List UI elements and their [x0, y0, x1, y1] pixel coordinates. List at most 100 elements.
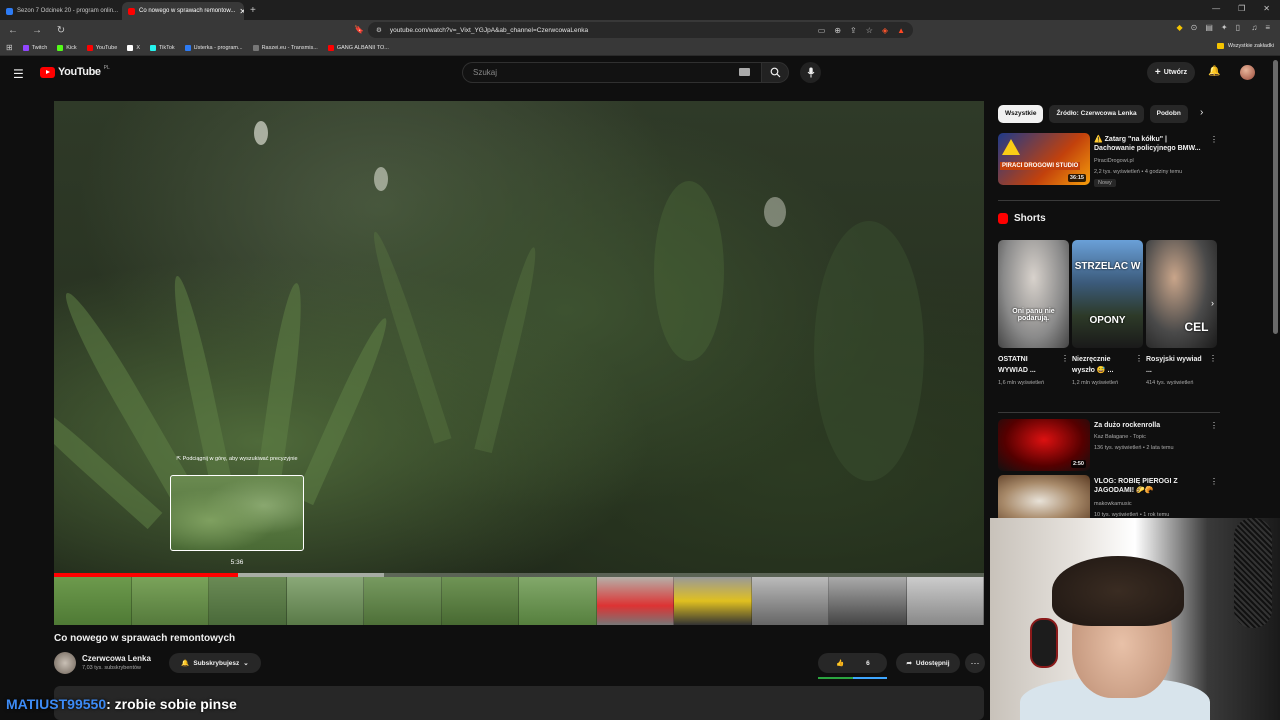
new-tab-icon[interactable]: + — [250, 5, 256, 16]
bookmark-tiktok[interactable]: TikTok — [149, 44, 175, 51]
bookmark-gang-albanii[interactable]: GANG ALBANII TO... — [327, 44, 389, 51]
favorite-star-icon[interactable]: ☆ — [866, 26, 873, 35]
youtube-icon — [327, 44, 334, 51]
window-controls: — ❐ ✕ — [1202, 0, 1280, 17]
address-bar[interactable]: ⚙ youtube.com/watch?v=_Vixt_YGJpA&ab_cha… — [368, 22, 913, 38]
user-avatar[interactable] — [1240, 65, 1255, 80]
short-thumbnail: STRZELAC W OPONY — [1072, 240, 1143, 348]
youtube-favicon — [128, 7, 135, 15]
minimize-icon[interactable]: — — [1212, 4, 1220, 13]
zoom-icon[interactable]: ⊕ — [834, 26, 841, 35]
more-vertical-icon[interactable]: ⋮ — [1210, 421, 1218, 430]
short-item[interactable]: Oni panu nie podarują. OSTATNI WYWIAD ..… — [998, 240, 1069, 387]
channel-avatar[interactable] — [54, 652, 76, 674]
site-info-icon[interactable]: ⚙ — [376, 26, 382, 34]
shorts-heading: Shorts — [998, 213, 1046, 224]
subscribe-button[interactable]: 🔔 Subskrybujesz ⌄ — [169, 653, 261, 673]
browser-menu-icon[interactable]: ≡ — [1265, 23, 1270, 32]
shorts-logo-icon — [998, 213, 1008, 224]
bookmark-raszei[interactable]: Raszei.eu - Transmis... — [252, 44, 318, 51]
more-horizontal-icon: ⋯ — [970, 657, 980, 668]
share-page-icon[interactable]: ⇪ — [850, 26, 857, 35]
search-button[interactable] — [761, 62, 789, 83]
vpn-icon[interactable]: ⊙ — [1191, 23, 1198, 32]
seek-preview-time: 5:36 — [230, 559, 244, 566]
more-vertical-icon[interactable]: ⋮ — [1209, 354, 1217, 363]
bell-icon: 🔔 — [181, 660, 190, 667]
create-button[interactable]: + Utwórz — [1147, 62, 1195, 83]
short-item[interactable]: STRZELAC W OPONY Niezręcznie wyszło 😅 ..… — [1072, 240, 1143, 387]
folder-icon — [1216, 43, 1224, 49]
close-tab-icon[interactable]: ✕ — [239, 7, 244, 16]
kick-icon — [57, 44, 64, 51]
media-icon[interactable]: ♫ — [1251, 23, 1257, 32]
close-window-icon[interactable]: ✕ — [1263, 4, 1270, 13]
reload-icon[interactable]: ↻ — [54, 25, 68, 36]
voice-search-button[interactable] — [800, 62, 821, 83]
chevron-down-icon: ⌄ — [243, 660, 249, 667]
seek-storyboard[interactable] — [54, 577, 984, 625]
extensions-area: ◆ ⊙ ▤ ✦ ▯ — [1176, 23, 1240, 32]
plus-icon: + — [1154, 67, 1161, 78]
hamburger-menu-icon[interactable]: ☰ — [13, 67, 24, 81]
share-arrow-icon: ➦ — [906, 660, 912, 667]
bookmark-usterka[interactable]: Usterka - program... — [184, 44, 243, 51]
streamer-webcam — [990, 518, 1280, 720]
chevron-right-icon[interactable]: › — [1211, 298, 1214, 308]
back-icon[interactable]: ← — [6, 25, 20, 36]
warning-icon — [1002, 139, 1020, 155]
headset-icon — [1030, 618, 1058, 668]
url-text: youtube.com/watch?v=_Vixt_YGJpA&ab_chann… — [389, 26, 589, 34]
more-vertical-icon[interactable]: ⋮ — [1210, 135, 1218, 144]
like-button[interactable]: 👍 6 — [818, 659, 888, 668]
tab-favicon — [6, 7, 13, 15]
short-item[interactable]: CEL Rosyjski wywiad ... 414 tys. wyświet… — [1146, 240, 1217, 387]
brave-shield-icon[interactable]: ◈ — [882, 26, 888, 35]
chip-all[interactable]: Wszystkie — [998, 105, 1044, 123]
bookmark-youtube[interactable]: YouTube — [86, 44, 117, 51]
recommended-video[interactable]: PIRACI DROGOWI STUDIO 36:15 ⚠️ Zatarg "n… — [998, 133, 1220, 187]
browser-tab-strip: Sezon 7 Odcinek 20 - program onlin... Co… — [0, 0, 1280, 20]
bookmark-twitch[interactable]: Twitch — [22, 44, 47, 51]
short-thumbnail: Oni panu nie podarują. — [998, 240, 1069, 348]
bookmark-x[interactable]: X — [127, 44, 140, 51]
brave-rewards-icon[interactable]: ▲ — [897, 26, 905, 35]
forward-icon[interactable]: → — [30, 25, 44, 36]
notifications-bell-icon[interactable]: 🔔 — [1208, 66, 1220, 77]
apps-grid-icon[interactable]: ⊞ — [6, 43, 13, 52]
maximize-icon[interactable]: ❐ — [1238, 4, 1245, 13]
more-vertical-icon[interactable]: ⋮ — [1210, 477, 1218, 486]
chip-related[interactable]: Podobn — [1149, 105, 1188, 123]
like-ratio-bar — [818, 677, 887, 679]
seek-hint: ⇱ Podciągnij w górę, aby wyszukiwać prec… — [176, 456, 298, 462]
tab-label: Co nowego w sprawach remontow... — [139, 8, 236, 14]
browser-tab-1[interactable]: Co nowego w sprawach remontow... ✕ — [122, 2, 244, 20]
more-vertical-icon[interactable]: ⋮ — [1061, 354, 1069, 363]
puzzle-icon[interactable]: ✦ — [1221, 23, 1228, 32]
extension-icon[interactable]: ◆ — [1176, 23, 1182, 32]
browser-tab-0[interactable]: Sezon 7 Odcinek 20 - program onlin... — [0, 2, 122, 20]
video-title: Co nowego w sprawach remontowych — [54, 633, 236, 644]
subscriber-count: 7,03 tys. subskrybentów — [82, 665, 142, 671]
tiktok-icon — [149, 44, 156, 51]
cast-icon[interactable]: ▭ — [818, 26, 826, 35]
sidebar-toggle-icon[interactable]: ▯ — [1236, 23, 1240, 32]
keyboard-icon[interactable] — [739, 68, 750, 76]
page-scrollbar[interactable] — [1273, 60, 1278, 334]
youtube-icon — [86, 44, 93, 51]
bookmark-kick[interactable]: Kick — [57, 44, 77, 51]
bookmark-star-icon[interactable]: 🔖 — [354, 25, 364, 34]
chevron-right-icon[interactable]: › — [1200, 107, 1203, 118]
more-vertical-icon[interactable]: ⋮ — [1135, 354, 1143, 363]
bookmarks-bar: ⊞ Twitch Kick YouTube X TikTok Usterka -… — [0, 40, 1280, 56]
search-input[interactable]: Szukaj — [462, 62, 762, 83]
all-bookmarks[interactable]: Wszystkie zakładki — [1216, 43, 1274, 49]
wallet-icon[interactable]: ▤ — [1205, 23, 1213, 32]
chip-source[interactable]: Źródło: Czerwcowa Lenka — [1049, 105, 1144, 123]
youtube-logo[interactable]: YouTube PL — [40, 65, 110, 78]
recommended-video[interactable]: 2:50 Za dużo rockenrolla Kaz Bałagane - … — [998, 419, 1220, 473]
globe-icon — [252, 44, 259, 51]
channel-name[interactable]: Czerwcowa Lenka — [82, 654, 151, 663]
share-button[interactable]: ➦ Udostępnij — [896, 653, 960, 673]
more-actions-button[interactable]: ⋯ — [965, 653, 985, 673]
